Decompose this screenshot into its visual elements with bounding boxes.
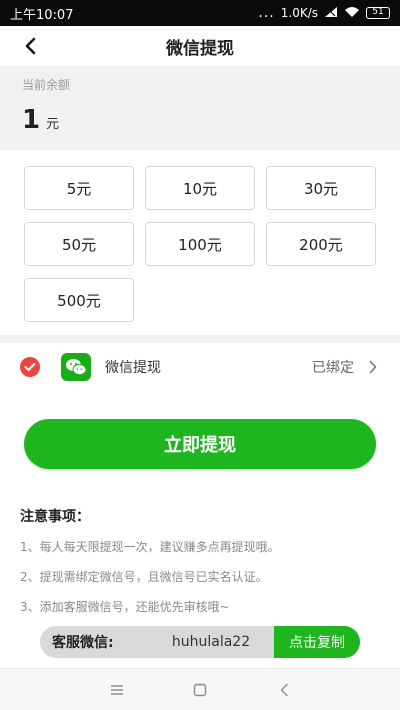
service-wechat-id: huhulala22 [171,634,251,650]
system-back-icon[interactable] [271,677,297,703]
chevron-right-icon [366,360,380,374]
nav-bar: 微信提现 [0,26,400,66]
amount-option[interactable]: 100元 [145,222,255,266]
note-item: 2、提现需绑定微信号，且微信号已实名认证。 [20,570,268,584]
amount-option[interactable]: 10元 [145,166,255,210]
note-item: 1、每人每天限提现一次，建议赚多点再提现哦。 [20,540,280,554]
balance-unit: 元 [46,117,60,132]
service-label: 客服微信: [52,635,114,651]
system-nav-bar [0,668,400,710]
signal-icon [324,6,338,21]
method-label: 微信提现 [105,360,161,376]
status-time: 上午10:07 [10,7,74,23]
back-arrow-icon [25,37,36,55]
status-indicators: ... 1.0K/s 51 [258,5,390,21]
amount-option[interactable]: 5元 [24,166,134,210]
balance-amount: 1 [22,105,41,135]
withdraw-now-button[interactable]: 立即提现 [24,419,376,469]
amount-option[interactable]: 30元 [266,166,376,210]
battery-icon: 51 [366,7,390,19]
wifi-icon [344,6,360,21]
amount-options: 5元 10元 30元 50元 100元 200元 500元 [0,150,400,335]
bind-status: 已绑定 [312,360,354,376]
amount-option[interactable]: 500元 [24,278,134,322]
wechat-icon [61,353,91,381]
status-bar: 上午10:07 ... 1.0K/s 51 [0,0,400,26]
back-button[interactable] [18,34,42,58]
customer-service-box: 客服微信: huhulala22 点击复制 [40,626,360,658]
balance-panel: 当前余额 1 元 [0,66,400,150]
menu-icon[interactable] [104,677,130,703]
network-speed: 1.0K/s [280,6,318,20]
page-title: 微信提现 [166,38,234,59]
withdraw-page: 上午10:07 ... 1.0K/s 51 微信提现 当前余额 1 元 5元 1… [0,0,400,710]
notification-dots: ... [258,5,275,21]
balance-label: 当前余额 [22,78,71,92]
note-item: 3、添加客服微信号，还能优先审核哦~ [20,600,230,614]
home-icon[interactable] [187,677,213,703]
section-divider [0,335,400,343]
copy-button[interactable]: 点击复制 [274,626,360,658]
payment-method-row[interactable]: 微信提现 已绑定 [0,343,400,391]
amount-option[interactable]: 200元 [266,222,376,266]
amount-option[interactable]: 50元 [24,222,134,266]
notes-title: 注意事项： [20,509,90,525]
balance-row: 1 元 [22,105,378,135]
selected-check-icon[interactable] [20,357,40,377]
